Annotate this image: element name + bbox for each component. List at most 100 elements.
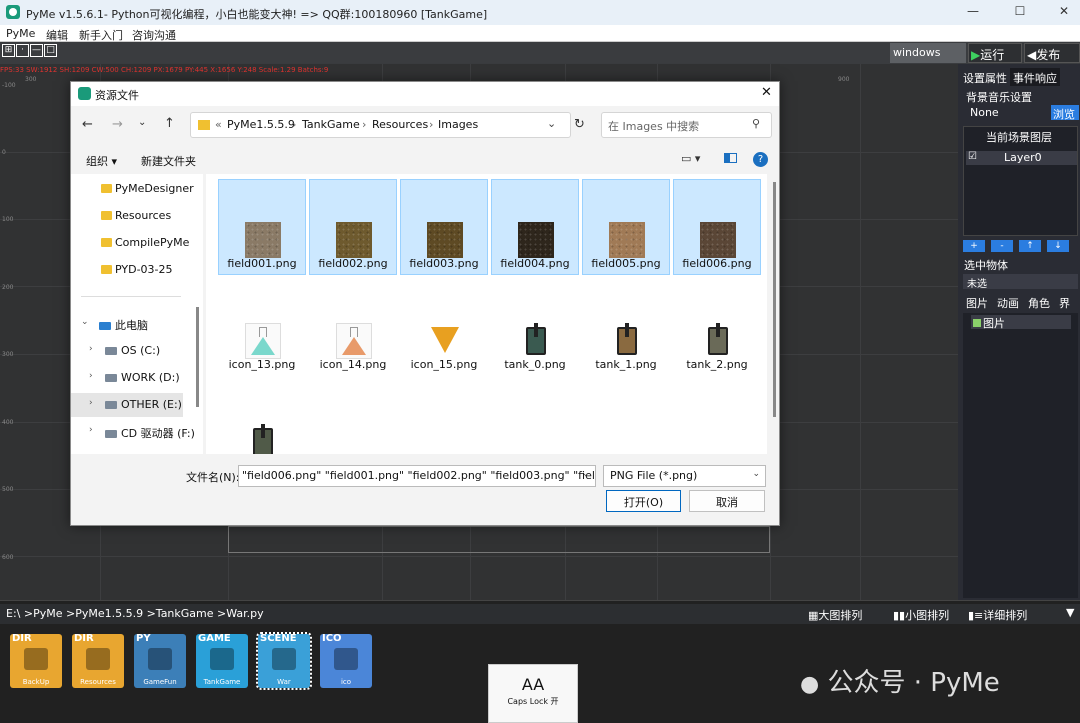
platform-select[interactable]: windows (890, 43, 966, 63)
file-item[interactable]: tank_1.png (582, 280, 670, 376)
breadcrumb-resources[interactable]: Resources (372, 118, 428, 131)
remove-layer-button[interactable]: - (991, 240, 1013, 252)
file-open-dialog: 资源文件 ✕ ← → ⌄ ↑ « PyMe1.5.5.9 › TankGame … (70, 81, 780, 526)
file-item[interactable]: icon_15.png (400, 280, 488, 376)
file-scrollbar[interactable] (773, 182, 776, 417)
flask-icon (245, 323, 281, 359)
bgm-title: 背景音乐设置 (966, 91, 1032, 104)
nav-item[interactable]: PYD-03-25 (71, 258, 183, 282)
open-button[interactable]: 打开(O) (606, 490, 681, 512)
bgm-value[interactable]: None (964, 105, 1050, 120)
file-tile-ico[interactable]: ICO ico (320, 634, 372, 688)
square-icon[interactable]: □ (44, 44, 57, 57)
nav-item[interactable]: › OTHER (E:) (71, 393, 183, 417)
nav-item[interactable]: PyMeDesigner (71, 177, 194, 201)
file-item[interactable]: field005.png (582, 179, 670, 275)
checkbox-icon[interactable]: ☑ (968, 151, 977, 162)
nav-scrollbar[interactable] (196, 307, 199, 407)
menu-consult[interactable]: 咨询沟通 (132, 27, 176, 43)
layer-row[interactable]: ☑ Layer0 (966, 151, 1077, 165)
add-layer-button[interactable]: + (963, 240, 985, 252)
file-item[interactable]: field006.png (673, 179, 761, 275)
file-tile-tankgame[interactable]: GAME TankGame (196, 634, 248, 688)
cancel-button[interactable]: 取消 (689, 490, 765, 512)
file-item[interactable] (218, 381, 306, 454)
help-icon[interactable]: ? (753, 152, 768, 167)
file-icon (334, 648, 358, 670)
nav-item[interactable]: Resources (71, 204, 183, 228)
nav-item[interactable]: › OS (C:) (71, 339, 183, 363)
file-tile-gamefun[interactable]: PY GameFun (134, 634, 186, 688)
file-item[interactable]: icon_14.png (309, 280, 397, 376)
nav-item[interactable]: CompilePyMe (71, 231, 189, 255)
new-folder-button[interactable]: 新建文件夹 (141, 153, 196, 169)
view-detail-button[interactable]: ▮≡详细排列 (968, 607, 1027, 623)
image-icon (973, 319, 981, 327)
line-icon[interactable]: — (30, 44, 43, 57)
preview-pane-icon[interactable] (724, 153, 737, 163)
search-input[interactable]: 在 Images 中搜索 ⚲ (601, 112, 772, 138)
view-small-button[interactable]: ▮▮小图排列 (893, 607, 949, 623)
file-item[interactable]: field001.png (218, 179, 306, 275)
file-item[interactable]: field004.png (491, 179, 579, 275)
watermark: ● 公众号 · PyMe (800, 668, 1000, 698)
file-tile-war[interactable]: SCENE War (256, 632, 312, 690)
maximize-button[interactable]: ☐ (1010, 4, 1030, 20)
grid-icon[interactable]: ⊞ (2, 44, 15, 57)
filename-input[interactable]: "field006.png" "field001.png" "field002.… (238, 465, 596, 487)
view-options-icon[interactable]: ▭ ▾ (681, 152, 700, 165)
file-item[interactable]: tank_2.png (673, 280, 761, 376)
layer-up-button[interactable]: ↑ (1019, 240, 1041, 252)
forward-icon[interactable]: → (112, 117, 123, 132)
filename-dropdown-icon[interactable]: ⌄ (582, 469, 590, 479)
publish-button[interactable]: ◀发布 (1024, 43, 1080, 63)
chevron-right-icon[interactable]: › (89, 371, 93, 381)
chevron-down-icon[interactable]: ⌄ (81, 317, 89, 327)
file-item[interactable]: icon_13.png (218, 280, 306, 376)
breadcrumb-images[interactable]: Images (438, 118, 478, 131)
tab-properties[interactable]: 设置属性 (960, 68, 1010, 86)
layer-down-button[interactable]: ↓ (1047, 240, 1069, 252)
up-icon[interactable]: ↑ (164, 116, 175, 131)
file-item[interactable]: field003.png (400, 179, 488, 275)
refresh-icon[interactable]: ↻ (574, 117, 585, 132)
tab-events[interactable]: 事件响应 (1010, 68, 1060, 86)
view-large-button[interactable]: ▦大图排列 (808, 607, 862, 623)
breadcrumb-tankgame[interactable]: TankGame (302, 118, 360, 131)
minimize-button[interactable]: — (963, 4, 983, 20)
organize-menu[interactable]: 组织 ▾ (86, 153, 117, 169)
tab-role[interactable]: 角色 (1025, 293, 1053, 311)
breadcrumb-pyme[interactable]: PyMe1.5.5.9 (227, 118, 295, 131)
close-window-button[interactable]: ✕ (1054, 4, 1074, 20)
file-item[interactable]: tank_0.png (491, 280, 579, 376)
filetype-select[interactable]: PNG File (*.png) ⌄ (603, 465, 766, 487)
run-button[interactable]: ▶运行 (968, 43, 1022, 63)
address-dropdown-icon[interactable]: ⌄ (547, 117, 556, 130)
tab-image[interactable]: 图片 (963, 293, 991, 311)
file-tile-backup[interactable]: DIR BackUp (10, 634, 62, 688)
menu-edit[interactable]: 编辑 (46, 27, 68, 43)
nav-item[interactable]: › CD 驱动器 (F:) (71, 420, 195, 444)
file-list: field001.png field002.png field003.png fiel… (206, 174, 767, 454)
file-type-tag: GAME (198, 633, 231, 644)
tab-ui[interactable]: 界面 (1056, 293, 1080, 326)
chevron-right-icon[interactable]: › (89, 425, 93, 435)
selected-object-select[interactable]: 未选 (963, 274, 1078, 290)
back-icon[interactable]: ← (82, 117, 93, 132)
collapse-icon[interactable]: ▼ (1066, 606, 1074, 619)
menu-pyme[interactable]: PyMe (6, 27, 35, 40)
object-item[interactable]: 图片 (971, 315, 1071, 330)
file-item[interactable]: field002.png (309, 179, 397, 275)
address-bar[interactable]: « PyMe1.5.5.9 › TankGame › Resources › I… (190, 112, 571, 138)
chevron-right-icon[interactable]: › (89, 398, 93, 408)
file-tile-resources[interactable]: DIR Resources (72, 634, 124, 688)
close-dialog-button[interactable]: ✕ (761, 85, 772, 100)
nav-item[interactable]: › WORK (D:) (71, 366, 183, 390)
browse-button[interactable]: 浏览 (1051, 105, 1079, 121)
recent-dropdown-icon[interactable]: ⌄ (138, 117, 146, 128)
nav-item[interactable]: ⌄ 此电脑 (71, 312, 183, 336)
menu-beginner[interactable]: 新手入门 (79, 27, 123, 43)
chevron-right-icon[interactable]: › (89, 344, 93, 354)
dot-icon[interactable]: · (16, 44, 29, 57)
tab-animation[interactable]: 动画 (994, 293, 1022, 311)
